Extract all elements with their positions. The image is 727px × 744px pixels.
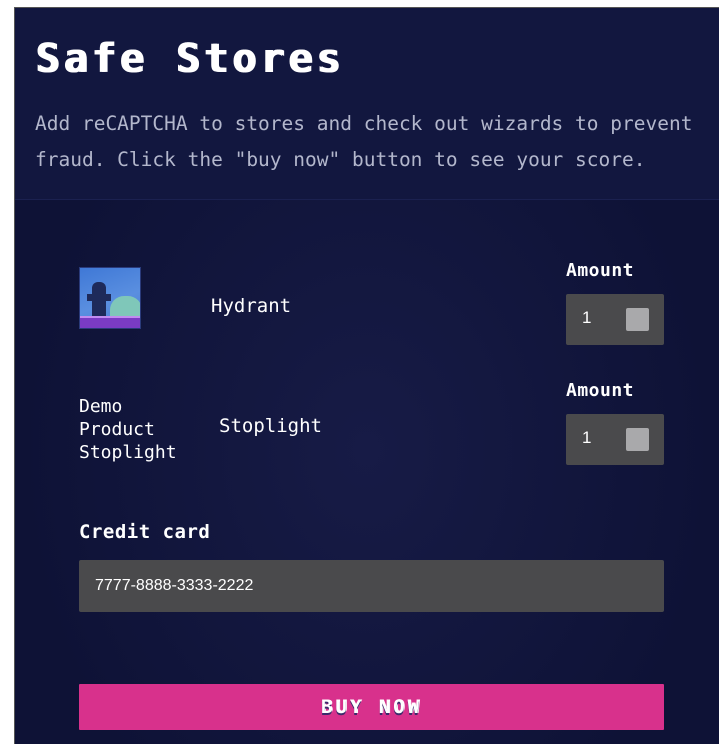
amount-label: Amount — [566, 380, 635, 401]
hydrant-arm-graphic — [87, 294, 111, 301]
credit-card-field[interactable] — [79, 560, 664, 612]
product-name: Stoplight — [219, 415, 322, 437]
product-name: Hydrant — [211, 295, 292, 317]
product-row-hydrant: Hydrant Amount 1 — [15, 260, 719, 350]
page-description: Add reCAPTCHA to stores and check out wi… — [35, 112, 693, 171]
amount-value: 1 — [582, 308, 592, 327]
stoplight-image-alt-text: Demo Product Stoplight — [79, 396, 177, 463]
bush-graphic — [110, 296, 140, 318]
base-graphic — [80, 316, 140, 328]
product-row-stoplight: Demo Product Stoplight Stoplight Amount … — [15, 380, 719, 470]
buy-now-button[interactable]: BUY NOW — [79, 684, 664, 730]
store-panel: Safe Stores Add reCAPTCHA to stores and … — [14, 7, 719, 744]
amount-label: Amount — [566, 260, 635, 281]
number-spinner-icon[interactable] — [626, 428, 649, 451]
number-spinner-icon[interactable] — [626, 308, 649, 331]
amount-input[interactable]: 1 — [566, 294, 664, 345]
hydrant-image — [79, 267, 141, 329]
amount-value: 1 — [582, 428, 592, 447]
amount-input[interactable]: 1 — [566, 414, 664, 465]
page-title: Safe Stores — [35, 36, 344, 82]
page-header: Safe Stores Add reCAPTCHA to stores and … — [15, 8, 719, 200]
credit-card-label: Credit card — [79, 521, 211, 543]
